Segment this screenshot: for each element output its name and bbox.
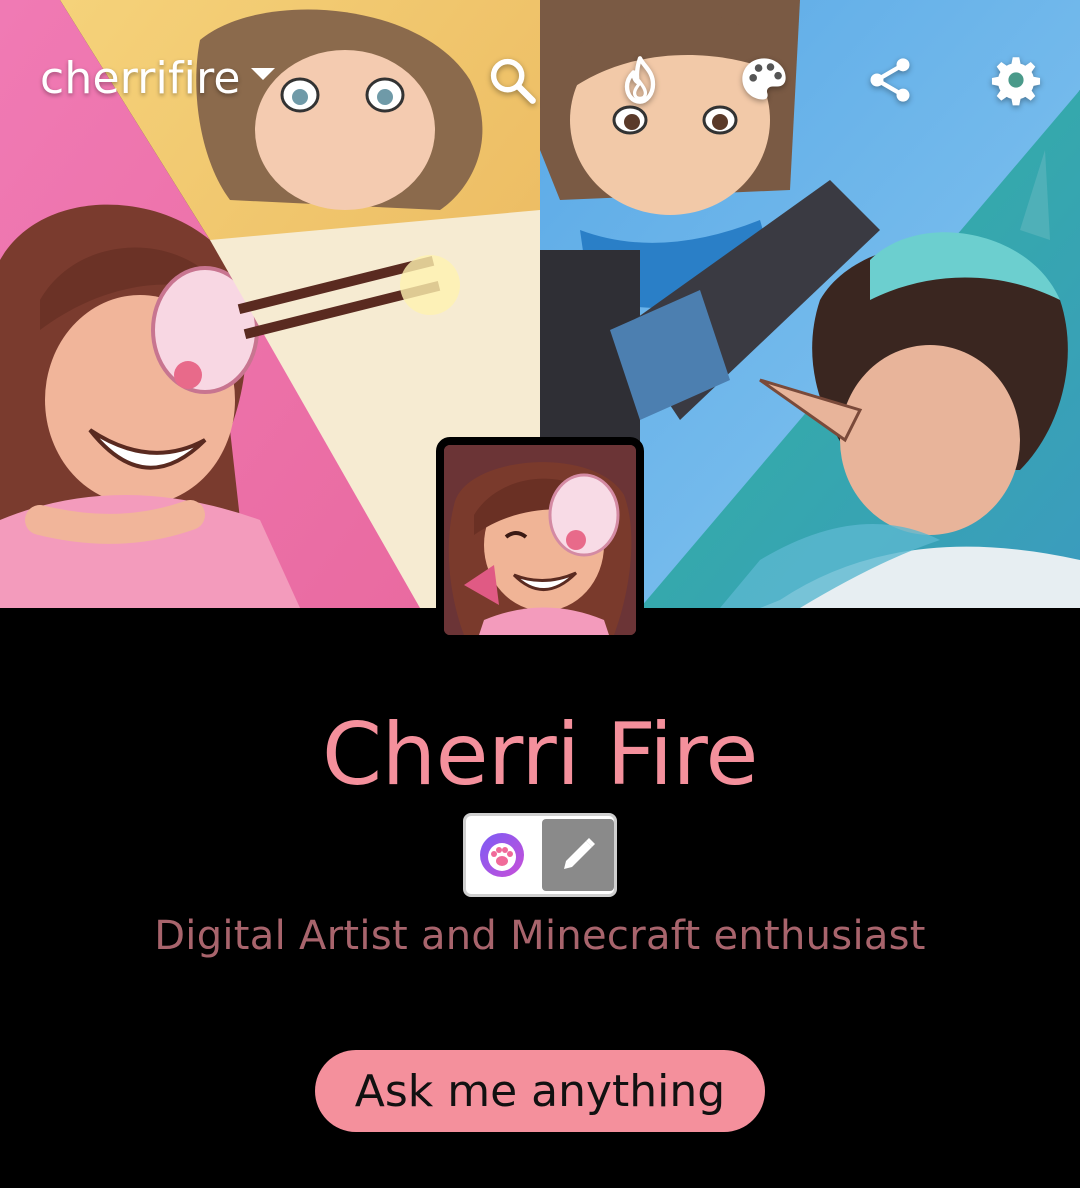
display-name: Cherri Fire (322, 705, 758, 805)
caret-down-icon (250, 68, 275, 80)
badge-row (463, 813, 617, 897)
pencil-icon[interactable] (542, 819, 614, 891)
blog-name: cherrifire (40, 52, 241, 104)
avatar[interactable] (436, 437, 644, 643)
ask-button[interactable]: Ask me anything (315, 1050, 765, 1132)
share-icon[interactable] (862, 52, 918, 108)
paw-badge-icon[interactable] (466, 819, 538, 891)
blog-switcher[interactable]: cherrifire (40, 40, 275, 116)
gear-icon[interactable] (988, 52, 1044, 108)
top-bar: cherrifire (0, 40, 1080, 116)
bio-text: Digital Artist and Minecraft enthusiast (154, 913, 926, 959)
palette-icon[interactable] (736, 52, 792, 108)
search-icon[interactable] (484, 52, 540, 108)
fire-icon[interactable] (612, 52, 668, 108)
